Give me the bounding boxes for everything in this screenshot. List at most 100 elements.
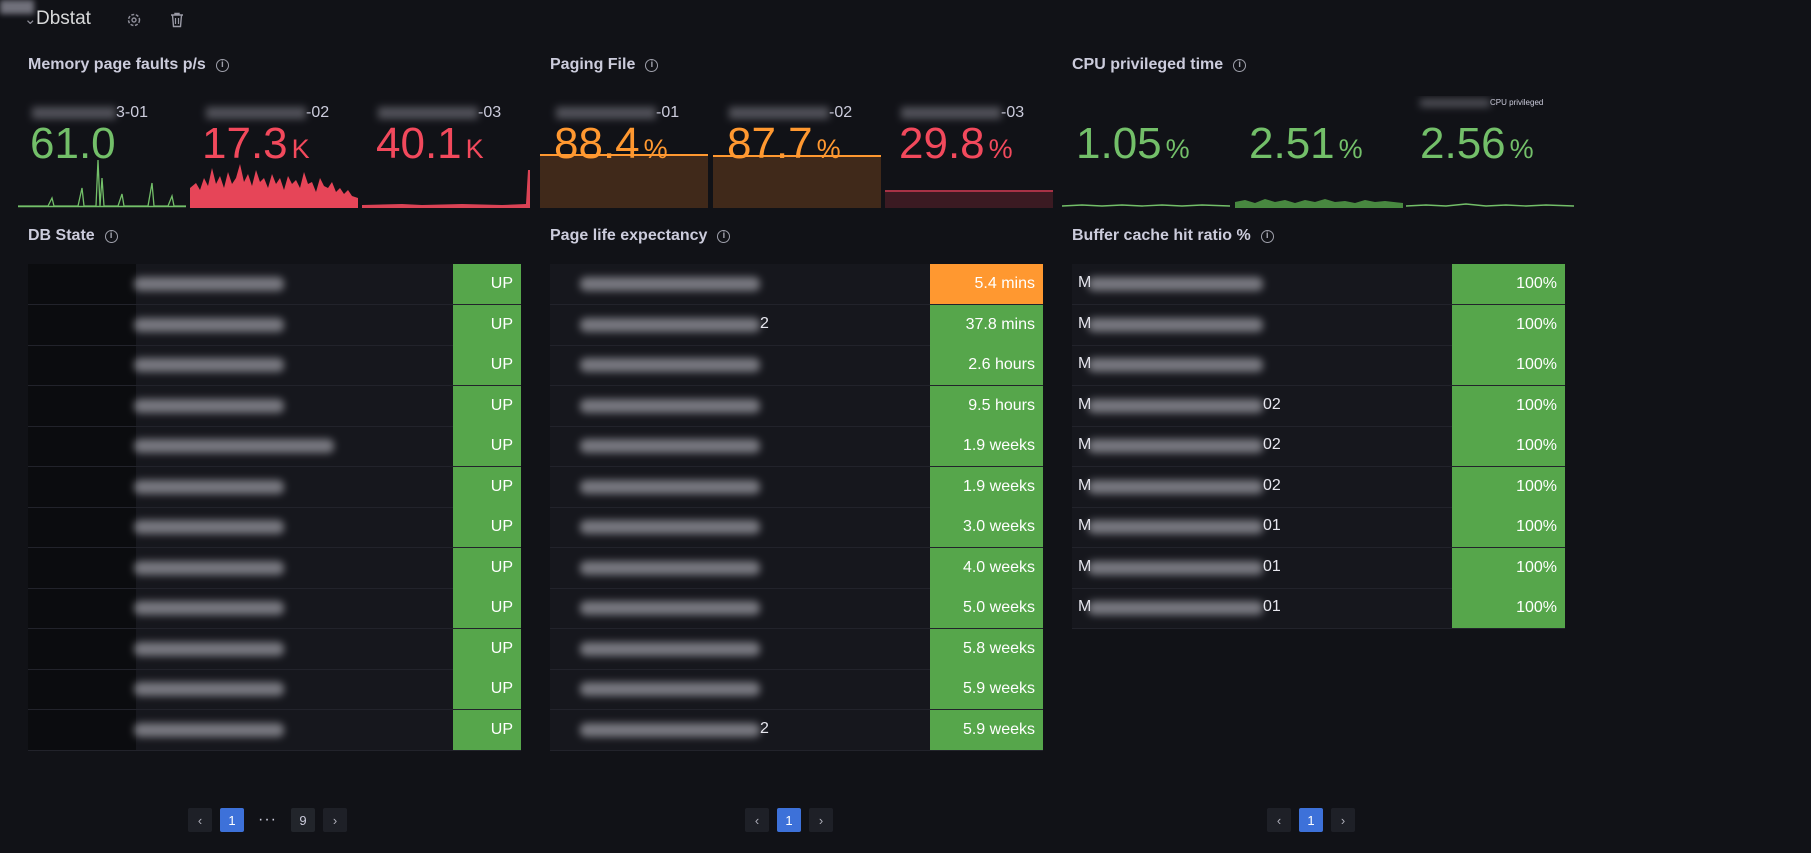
table-row[interactable]: M 01 100% (1072, 547, 1565, 589)
table-row[interactable]: UP (28, 628, 521, 670)
redacted-text (1088, 560, 1263, 575)
page-1-button[interactable]: 1 (220, 808, 244, 832)
stat-memory-3[interactable]: -03 40.1 K (362, 96, 530, 208)
redacted-text (580, 358, 760, 372)
table-row[interactable]: UP (28, 345, 521, 386)
status-cell: UP (453, 588, 521, 628)
table-row[interactable]: 3.0 weeks (550, 507, 1043, 548)
panel-title-buffer: Buffer cache hit ratio % i (1072, 227, 1274, 245)
table-row[interactable]: UP (28, 304, 521, 346)
table-row[interactable]: 5.8 weeks (550, 628, 1043, 670)
stat-memory-1[interactable]: 3-01 61.0 (18, 96, 186, 208)
table-row[interactable]: 2 37.8 mins (550, 304, 1043, 346)
trash-icon[interactable] (170, 12, 184, 33)
stat-paging-3[interactable]: -03 29.8% (885, 96, 1053, 208)
table-row[interactable]: UP (28, 385, 521, 427)
info-icon[interactable]: i (215, 58, 229, 72)
table-row[interactable]: 5.4 mins (550, 264, 1043, 305)
sparkline (1406, 203, 1574, 207)
stat-cpu-1[interactable]: 1.05% (1062, 96, 1230, 208)
info-icon[interactable]: i (1260, 229, 1274, 243)
prev-page-button[interactable]: ‹ (188, 808, 212, 832)
row-label-tail: 2 (760, 719, 769, 737)
table-row[interactable]: UP (28, 547, 521, 589)
panel-title-db-state: DB State i (28, 227, 118, 245)
table-row[interactable]: UP (28, 426, 521, 467)
ple-value-cell: 4.0 weeks (930, 547, 1043, 588)
row-title: Dbstat (36, 8, 91, 29)
gear-icon[interactable] (126, 12, 142, 33)
redacted-text (1088, 358, 1263, 372)
table-row[interactable]: M 01 100% (1072, 588, 1565, 629)
stat-cpu-2[interactable]: 2.51% (1235, 96, 1403, 208)
redacted-text (1088, 479, 1263, 494)
stat-paging-2[interactable]: -02 87.7% (713, 96, 881, 208)
next-page-button[interactable]: › (322, 808, 347, 832)
table-row[interactable]: M 100% (1072, 304, 1565, 346)
status-cell: UP (453, 547, 521, 588)
table-row[interactable]: 2.6 hours (550, 345, 1043, 386)
redacted-text (134, 601, 284, 615)
row-label-suffix: 01 (1263, 557, 1281, 575)
redacted-text (1088, 398, 1263, 413)
stat-memory-2[interactable]: -02 17.3 K (190, 96, 358, 208)
table-row[interactable]: UP (28, 709, 521, 751)
row-header[interactable]: ⌄ Dbstat (0, 0, 306, 40)
table-row[interactable]: M 100% (1072, 345, 1565, 386)
stat-cpu-3[interactable]: CPU privileged 2.56% (1406, 96, 1574, 208)
ple-value-cell: 37.8 mins (930, 304, 1043, 345)
info-icon[interactable]: i (1233, 58, 1247, 72)
redacted-text (134, 560, 284, 575)
table-row[interactable]: 1.9 weeks (550, 466, 1043, 508)
table-row[interactable]: M 01 100% (1072, 507, 1565, 548)
table-row[interactable]: 1.9 weeks (550, 426, 1043, 467)
next-page-button[interactable]: › (1331, 808, 1355, 832)
table-row[interactable]: UP (28, 588, 521, 629)
redacted-text (580, 682, 760, 696)
sparkline (190, 164, 358, 208)
info-icon[interactable]: i (717, 229, 731, 243)
info-icon[interactable]: i (645, 58, 659, 72)
table-row[interactable]: M 02 100% (1072, 426, 1565, 467)
table-row[interactable]: UP (28, 466, 521, 508)
prev-page-button[interactable]: ‹ (745, 808, 769, 832)
status-cell: UP (453, 385, 521, 426)
chevron-down-icon[interactable]: ⌄ (24, 10, 37, 28)
db-state-table: UP UP UP UP UP UP UP UP UP UP UP UP (28, 264, 521, 751)
next-page-button[interactable]: › (809, 808, 833, 832)
row-label-suffix: 02 (1263, 436, 1281, 453)
ple-value-cell: 1.9 weeks (930, 426, 1043, 466)
hit-ratio-cell: 100% (1452, 264, 1565, 304)
buffer-cache-table: M 100% M 100% M 100% M 02 100% M 02 100% M 02 100% M 01 1… (1072, 264, 1565, 629)
table-row[interactable]: M 02 100% (1072, 466, 1565, 508)
status-cell: UP (453, 669, 521, 709)
row-label-tail: 2 (760, 314, 769, 332)
panel-title-text: DB State (28, 227, 95, 244)
panel-title-text: CPU privileged time (1072, 56, 1224, 73)
redacted-text (134, 358, 284, 372)
table-row[interactable]: UP (28, 669, 521, 710)
table-row[interactable]: 2 5.9 weeks (550, 709, 1043, 751)
info-icon[interactable]: i (104, 229, 118, 243)
prev-page-button[interactable]: ‹ (1267, 808, 1291, 832)
table-row[interactable]: M 02 100% (1072, 385, 1565, 427)
table-row[interactable]: 5.0 weeks (550, 588, 1043, 629)
table-row[interactable]: UP (28, 264, 521, 305)
table-row[interactable]: M 100% (1072, 264, 1565, 305)
stat-paging-1[interactable]: -01 88.4% (540, 96, 708, 208)
status-cell: UP (453, 709, 521, 750)
hit-ratio-cell: 100% (1452, 345, 1565, 385)
table-row[interactable]: 9.5 hours (550, 385, 1043, 427)
redacted-text (134, 317, 284, 332)
hit-ratio-cell: 100% (1452, 507, 1565, 547)
page-1-button[interactable]: 1 (777, 808, 801, 832)
table-row[interactable]: 5.9 weeks (550, 669, 1043, 710)
ple-value-cell: 1.9 weeks (930, 466, 1043, 507)
redacted-text (134, 722, 284, 737)
redacted-text (1088, 601, 1263, 615)
last-page-button[interactable]: 9 (290, 808, 315, 832)
table-row[interactable]: 4.0 weeks (550, 547, 1043, 589)
table-row[interactable]: UP (28, 507, 521, 548)
row-label-suffix: 01 (1263, 517, 1281, 534)
page-1-button[interactable]: 1 (1299, 808, 1323, 832)
